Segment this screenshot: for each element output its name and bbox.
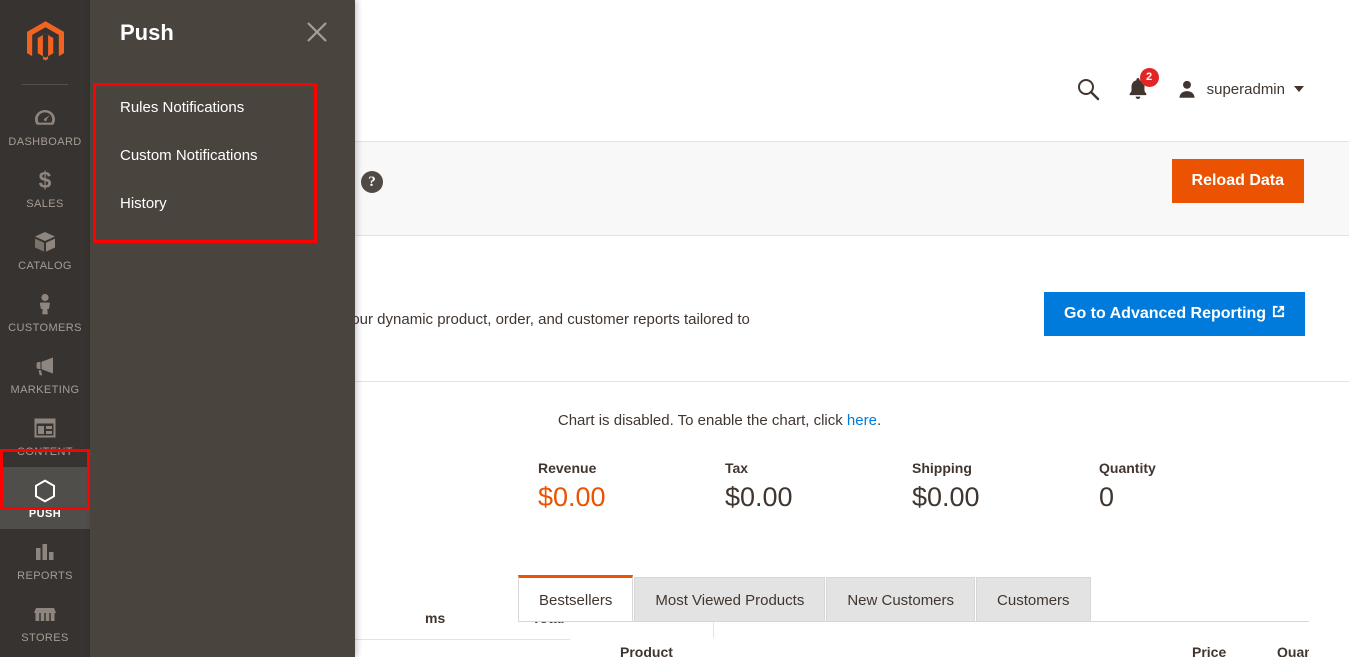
push-panel-header: Push	[90, 0, 355, 68]
user-menu[interactable]: superadmin	[1176, 78, 1304, 100]
sidebar-item-sales[interactable]: $ Sales	[0, 157, 90, 219]
total-shipping-label: Shipping	[912, 460, 972, 476]
layout-panel-icon	[32, 415, 58, 441]
chart-notice-text-after: .	[876, 412, 882, 429]
sidebar-item-catalog[interactable]: Catalog	[0, 219, 90, 281]
push-panel-menu: Rules Notifications Custom Notifications…	[90, 83, 355, 227]
push-menu-panel: Push Rules Notifications Custom Notifica…	[90, 0, 355, 657]
sidebar-divider	[22, 84, 68, 85]
tab-bestsellers[interactable]: Bestsellers	[518, 575, 634, 622]
tab-customers-label: Customers	[997, 591, 1070, 609]
sidebar-item-stores-label: Stores	[21, 631, 69, 644]
external-link-icon	[1273, 305, 1285, 318]
sidebar-item-push[interactable]: Push	[0, 467, 90, 529]
sidebar-item-customers-label: Customers	[8, 321, 82, 334]
push-menu-item-custom-notifications-label: Custom Notifications	[120, 146, 258, 164]
close-icon[interactable]	[304, 19, 330, 45]
magento-logo[interactable]	[0, 0, 90, 84]
bestsellers-table-header: Product Price Quantity	[520, 644, 1309, 657]
sidebar-item-dashboard-label: Dashboard	[8, 135, 82, 148]
sidebar-item-reports[interactable]: Reports	[0, 529, 90, 591]
user-avatar-icon	[1179, 80, 1195, 98]
bar-chart-icon	[32, 539, 58, 565]
push-menu-item-rules-notifications[interactable]: Rules Notifications	[90, 83, 355, 131]
push-menu-item-history[interactable]: History	[90, 179, 355, 227]
box-icon	[32, 229, 58, 255]
sidebar-item-push-label: Push	[28, 507, 62, 520]
tab-bestsellers-label: Bestsellers	[539, 591, 613, 609]
magento-logo-icon	[26, 20, 64, 61]
tab-most-viewed-products-label: Most Viewed Products	[655, 591, 805, 609]
sidebar-item-customers[interactable]: Customers	[0, 281, 90, 343]
total-revenue-label: Revenue	[538, 460, 597, 476]
sidebar-item-marketing[interactable]: Marketing	[0, 343, 90, 405]
user-name-label: superadmin	[1206, 80, 1285, 98]
tab-new-customers[interactable]: New Customers	[826, 577, 976, 622]
sidebar-item-reports-label: Reports	[17, 569, 73, 582]
notification-count-badge: 2	[1139, 68, 1159, 87]
price-column-header: Price	[1192, 644, 1227, 657]
total-quantity-value: 0	[1099, 482, 1115, 512]
sidebar-item-content-label: Content	[17, 445, 73, 458]
total-quantity: Quantity 0	[1099, 460, 1286, 513]
header-actions: 2 superadmin	[1076, 68, 1304, 102]
reload-data-button[interactable]: Reload Data	[1171, 159, 1304, 203]
sidebar-item-sales-label: Sales	[26, 197, 64, 210]
go-to-advanced-reporting-button[interactable]: Go to Advanced Reporting	[1044, 292, 1306, 336]
hexagon-icon	[32, 477, 58, 503]
admin-sidebar: Dashboard $ Sales Catalog	[0, 0, 90, 657]
total-revenue: Revenue $0.00	[538, 460, 725, 513]
push-menu-item-history-label: History	[120, 194, 167, 212]
tab-customers[interactable]: Customers	[976, 577, 1091, 622]
person-icon	[32, 291, 58, 317]
dashboard-gauge-icon	[32, 105, 58, 131]
sidebar-item-content[interactable]: Content	[0, 405, 90, 467]
chart-notice-text-before: Chart is disabled. To enable the chart, …	[557, 412, 847, 429]
total-tax-label: Tax	[725, 460, 749, 476]
total-quantity-label: Quantity	[1099, 460, 1156, 476]
dollar-sign-icon: $	[32, 167, 58, 193]
product-column-header: Product	[620, 644, 673, 657]
help-question-icon[interactable]: ?	[361, 171, 383, 193]
chevron-down-icon[interactable]	[1294, 86, 1304, 92]
push-menu-item-rules-notifications-label: Rules Notifications	[120, 98, 245, 116]
svg-text:$: $	[39, 167, 52, 193]
total-tax: Tax $0.00	[725, 460, 912, 513]
search-icon[interactable]	[1076, 77, 1100, 101]
megaphone-icon	[32, 353, 58, 379]
enable-chart-link[interactable]: here	[847, 412, 877, 429]
total-revenue-value: $0.00	[538, 482, 606, 512]
sidebar-item-stores[interactable]: Stores	[0, 591, 90, 653]
sidebar-item-dashboard[interactable]: Dashboard	[0, 95, 90, 157]
notifications-bell-icon[interactable]: 2	[1126, 68, 1159, 102]
dashboard-tabs: Bestsellers Most Viewed Products New Cus…	[518, 575, 1092, 622]
sidebar-item-catalog-label: Catalog	[18, 259, 72, 272]
quantity-column-header: Quantity	[1277, 644, 1309, 657]
dashboard-totals: Revenue $0.00 Tax $0.00 Shipping $0.00 Q…	[538, 460, 1286, 513]
total-shipping: Shipping $0.00	[912, 460, 1099, 513]
sidebar-item-system[interactable]	[0, 653, 90, 657]
tab-new-customers-label: New Customers	[847, 591, 955, 609]
storefront-icon	[32, 601, 58, 627]
sidebar-item-marketing-label: Marketing	[10, 383, 80, 396]
push-panel-title: Push	[120, 20, 174, 45]
total-shipping-value: $0.00	[912, 482, 980, 512]
magento-admin-screen: 2 superadmin ? Reload Data d of your bus…	[0, 0, 1349, 657]
push-menu-item-custom-notifications[interactable]: Custom Notifications	[90, 131, 355, 179]
tab-most-viewed-products[interactable]: Most Viewed Products	[634, 577, 826, 622]
tabs-underline	[518, 621, 1309, 622]
go-to-advanced-reporting-label: Go to Advanced Reporting	[1064, 305, 1267, 322]
total-tax-value: $0.00	[725, 482, 793, 512]
items-column-header: ms	[425, 610, 446, 626]
